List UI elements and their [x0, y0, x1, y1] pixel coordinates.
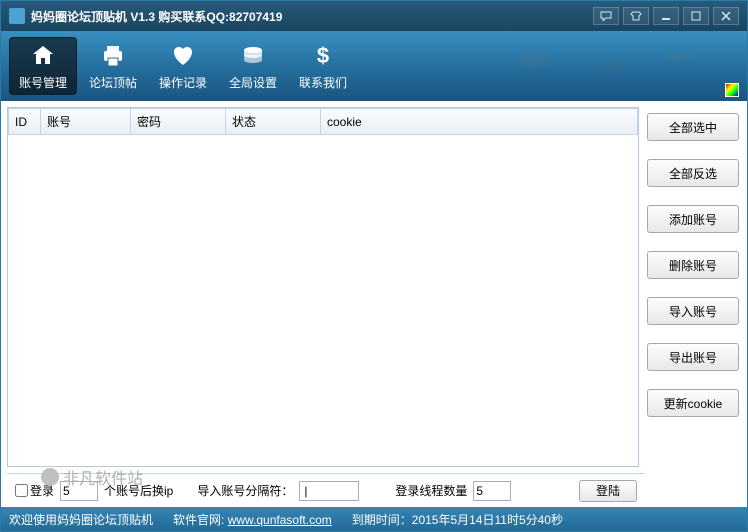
app-icon: [9, 8, 25, 24]
import-sep-input[interactable]: [299, 481, 359, 501]
tab-label: 全局设置: [229, 74, 277, 91]
add-account-button[interactable]: 添加账号: [647, 205, 739, 233]
col-status[interactable]: 状态: [226, 109, 321, 135]
main-toolbar: 账号管理 论坛顶帖 操作记录 全局设置 $ 联系我们: [1, 31, 747, 101]
window-title: 妈妈圈论坛顶贴机 V1.3 购买联系QQ:82707419: [31, 8, 593, 25]
tab-contact-us[interactable]: $ 联系我们: [289, 37, 357, 95]
app-window: 妈妈圈论坛顶贴机 V1.3 购买联系QQ:82707419 账号管理 论坛顶帖 …: [0, 0, 748, 532]
minimize-button[interactable]: [653, 7, 679, 25]
svg-text:$: $: [317, 43, 329, 68]
account-table-wrap[interactable]: ID 账号 密码 状态 cookie: [8, 108, 638, 466]
invert-select-button[interactable]: 全部反选: [647, 159, 739, 187]
update-cookie-button[interactable]: 更新cookie: [647, 389, 739, 417]
dollar-icon: $: [309, 42, 337, 70]
tab-label: 账号管理: [19, 74, 67, 91]
home-icon: [29, 42, 57, 70]
ip-suffix-text: 个账号后换ip: [104, 482, 173, 499]
tab-operation-log[interactable]: 操作记录: [149, 37, 217, 95]
login-count-input[interactable]: [60, 481, 98, 501]
col-password[interactable]: 密码: [131, 109, 226, 135]
col-account[interactable]: 账号: [41, 109, 131, 135]
account-table: ID 账号 密码 状态 cookie: [8, 108, 638, 135]
delete-account-button[interactable]: 删除账号: [647, 251, 739, 279]
select-all-button[interactable]: 全部选中: [647, 113, 739, 141]
heart-icon: [169, 42, 197, 70]
table-pane: ID 账号 密码 状态 cookie: [7, 107, 639, 467]
main-content: ID 账号 密码 状态 cookie 全部选中 全部反选 添加账号 删除账号 导…: [1, 101, 747, 473]
tab-account-manage[interactable]: 账号管理: [9, 37, 77, 95]
status-welcome: 欢迎使用妈妈圈论坛顶贴机: [9, 511, 153, 528]
tab-label: 论坛顶帖: [89, 74, 137, 91]
color-picker-button[interactable]: [725, 83, 739, 97]
login-button[interactable]: 登陆: [579, 480, 637, 502]
status-site: 软件官网: www.qunfasoft.com: [173, 511, 332, 528]
thread-count-input[interactable]: [473, 481, 511, 501]
thread-count-label: 登录线程数量: [395, 482, 467, 499]
export-account-button[interactable]: 导出账号: [647, 343, 739, 371]
login-checkbox-wrap[interactable]: 登录: [15, 482, 54, 499]
import-sep-label: 导入账号分隔符：: [197, 482, 293, 499]
stack-icon: [239, 42, 267, 70]
skin-button[interactable]: [623, 7, 649, 25]
bottom-toolbar: 登录 个账号后换ip 导入账号分隔符： 登录线程数量 登陆: [7, 473, 645, 507]
login-checkbox[interactable]: [15, 484, 28, 497]
login-check-label: 登录: [30, 482, 54, 499]
tab-global-settings[interactable]: 全局设置: [219, 37, 287, 95]
close-button[interactable]: [713, 7, 739, 25]
col-id[interactable]: ID: [9, 109, 41, 135]
side-button-pane: 全部选中 全部反选 添加账号 删除账号 导入账号 导出账号 更新cookie: [645, 107, 741, 467]
status-expire: 到期时间：2015年5月14日11时5分40秒: [352, 511, 563, 528]
tab-label: 操作记录: [159, 74, 207, 91]
titlebar: 妈妈圈论坛顶贴机 V1.3 购买联系QQ:82707419: [1, 1, 747, 31]
maximize-button[interactable]: [683, 7, 709, 25]
import-account-button[interactable]: 导入账号: [647, 297, 739, 325]
site-link[interactable]: www.qunfasoft.com: [228, 513, 332, 527]
tab-forum-bump[interactable]: 论坛顶帖: [79, 37, 147, 95]
feedback-button[interactable]: [593, 7, 619, 25]
printer-icon: [99, 42, 127, 70]
tab-label: 联系我们: [299, 74, 347, 91]
col-cookie[interactable]: cookie: [321, 109, 638, 135]
status-bar: 欢迎使用妈妈圈论坛顶贴机 软件官网: www.qunfasoft.com 到期时…: [1, 507, 747, 531]
system-buttons: [593, 7, 739, 25]
